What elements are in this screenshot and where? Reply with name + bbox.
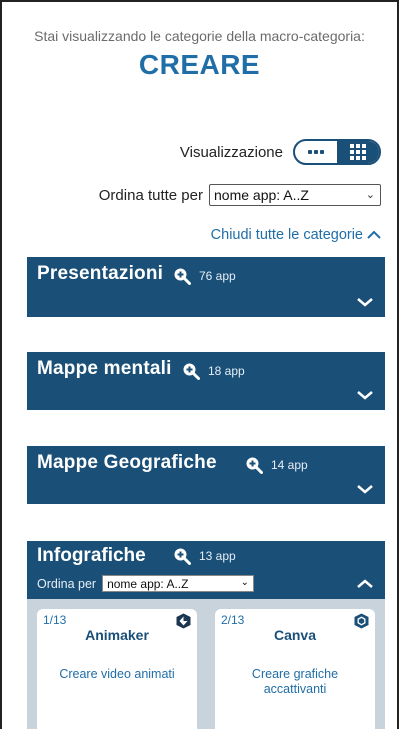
category-sort-label: Ordina per xyxy=(37,576,97,591)
close-all-label: Chiudi tutte le categorie xyxy=(210,227,363,243)
card-description: Creare grafiche accattivanti xyxy=(251,667,339,696)
zoom-in-icon[interactable] xyxy=(182,362,200,380)
grid-icon xyxy=(350,144,366,160)
category-title: Mappe Geografiche xyxy=(37,452,217,473)
chevron-down-icon: ⌄ xyxy=(365,189,375,201)
category-sort-row: Ordina per nome app: A..Z ⌄ xyxy=(37,575,255,592)
chevron-up-icon[interactable] xyxy=(357,579,373,589)
view-mode-label: Visualizzazione xyxy=(179,143,283,161)
category-count: 18 app xyxy=(208,364,245,378)
view-mode-toggle[interactable] xyxy=(293,139,381,165)
zoom-in-icon[interactable] xyxy=(173,267,191,285)
card-app-name: Canva xyxy=(273,627,317,643)
list-dots-icon xyxy=(308,150,324,154)
app-card-canva[interactable]: 2/13 Canva Creare grafiche accattivanti xyxy=(215,609,375,729)
category-band-mappe-geografiche[interactable]: Mappe Geografiche 14 app xyxy=(27,446,385,504)
sort-all-label: Ordina tutte per xyxy=(98,186,203,204)
sort-all-select[interactable]: nome app: A..Z ⌄ xyxy=(209,184,381,206)
chevron-down-icon[interactable] xyxy=(357,484,373,494)
grid-view-option[interactable] xyxy=(337,141,379,163)
view-mode-row: Visualizzazione xyxy=(180,139,381,165)
list-view-option[interactable] xyxy=(295,141,337,163)
category-count: 14 app xyxy=(271,458,308,472)
category-band-presentazioni[interactable]: Presentazioni 76 app xyxy=(27,257,385,317)
category-meta: 76 app xyxy=(173,267,236,285)
category-panel-infografiche: Infografiche 13 app Ordina per nome app:… xyxy=(27,541,385,729)
sort-all-row: Ordina tutte per nome app: A..Z ⌄ xyxy=(99,184,381,206)
close-all-categories-link[interactable]: Chiudi tutte le categorie xyxy=(211,227,381,243)
zoom-in-icon[interactable] xyxy=(245,456,263,474)
intro-text: Stai visualizzando le categorie della ma… xyxy=(34,28,365,44)
chevron-down-icon[interactable] xyxy=(357,297,373,307)
chevron-down-icon: ⌄ xyxy=(240,577,250,588)
category-count: 76 app xyxy=(199,269,236,283)
category-title: Infografiche xyxy=(37,545,146,566)
card-description: Creare video animati xyxy=(59,667,175,681)
category-title: Mappe mentali xyxy=(37,358,172,379)
category-band-mappe-mentali[interactable]: Mappe mentali 18 app xyxy=(27,352,385,410)
page-frame: Stai visualizzando le categorie della ma… xyxy=(0,0,399,729)
category-meta: 18 app xyxy=(182,362,245,380)
card-index: 1/13 xyxy=(43,613,67,627)
chevron-up-icon xyxy=(367,230,381,239)
category-title: Presentazioni xyxy=(37,263,164,284)
macro-category-title: CREARE xyxy=(138,49,261,80)
category-meta: 13 app xyxy=(173,547,236,565)
chevron-down-icon[interactable] xyxy=(357,390,373,400)
card-app-name: Animaker xyxy=(85,627,149,643)
category-sort-select[interactable]: nome app: A..Z ⌄ xyxy=(102,575,255,592)
category-sort-value: nome app: A..Z xyxy=(107,577,189,591)
app-card-animaker[interactable]: 1/13 Animaker Creare video animati xyxy=(37,609,197,729)
zoom-in-icon[interactable] xyxy=(173,547,191,565)
card-index: 2/13 xyxy=(221,613,245,627)
category-count: 13 app xyxy=(199,549,236,563)
category-meta: 14 app xyxy=(245,456,308,474)
sort-all-value: nome app: A..Z xyxy=(214,187,309,203)
category-band-infografiche[interactable]: Infografiche 13 app Ordina per nome app:… xyxy=(27,541,385,599)
